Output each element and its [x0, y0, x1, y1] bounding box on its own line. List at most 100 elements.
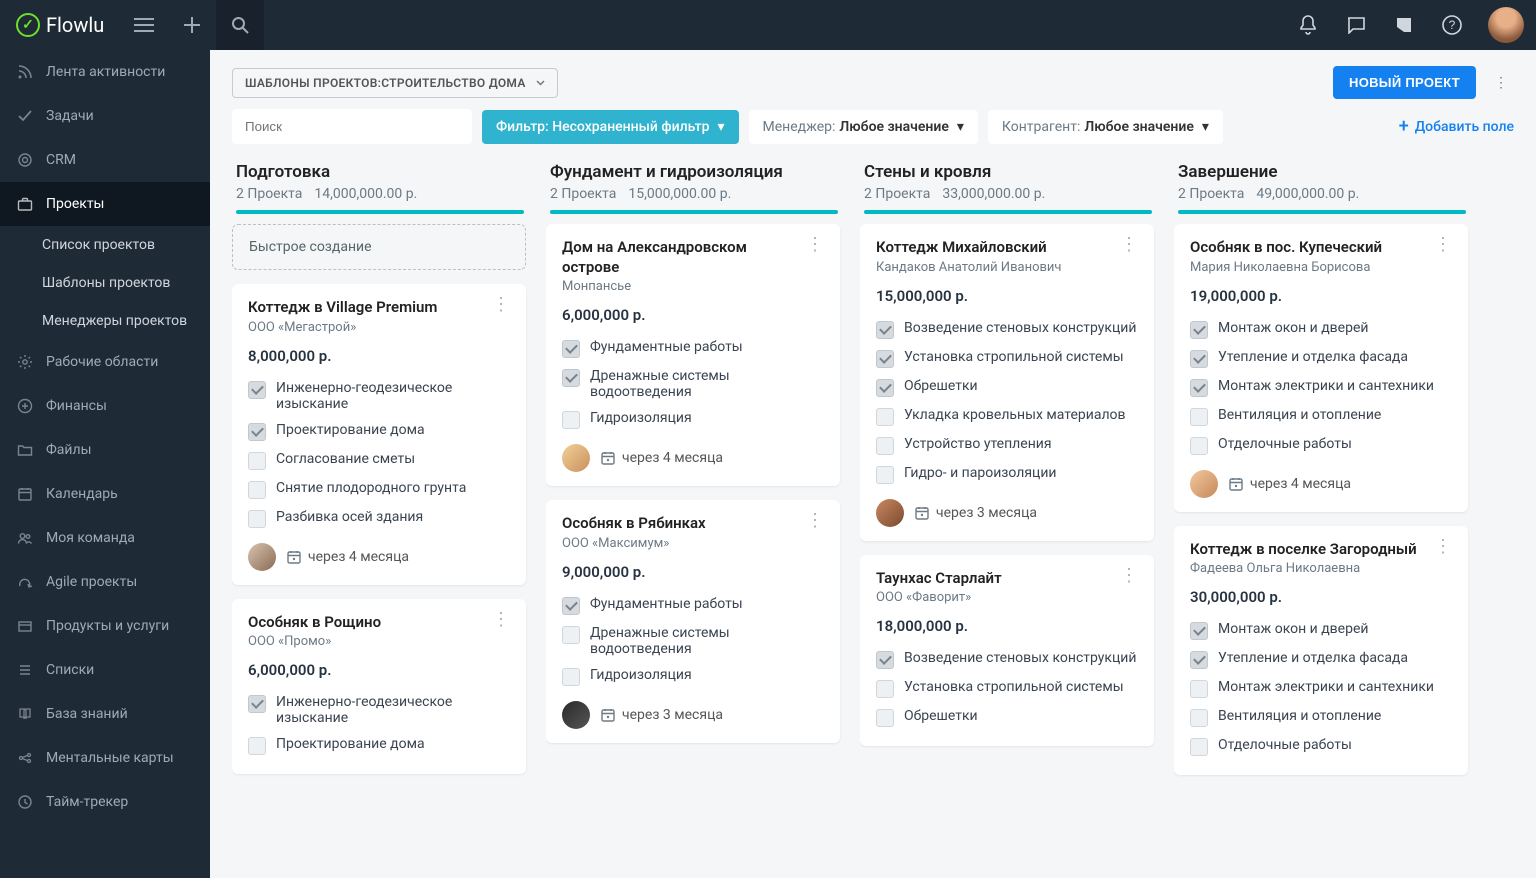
project-card[interactable]: Коттедж Михайловский Кандаков Анатолий И…: [860, 224, 1154, 541]
card-task[interactable]: Укладка кровельных материалов: [876, 402, 1138, 431]
filter-chip-manager[interactable]: Менеджер: Любое значение ▾: [749, 110, 978, 144]
breadcrumb-pill[interactable]: ШАБЛОНЫ ПРОЕКТОВ:СТРОИТЕЛЬСТВО ДОМА: [232, 68, 558, 98]
user-avatar[interactable]: [1488, 7, 1524, 43]
checkbox-icon[interactable]: [1190, 379, 1208, 397]
checkbox-icon[interactable]: [562, 411, 580, 429]
checkbox-icon[interactable]: [1190, 321, 1208, 339]
search-input[interactable]: [232, 109, 472, 144]
sidebar-item-6[interactable]: Файлы: [0, 428, 210, 472]
card-task[interactable]: Дренажные системы водоотведения: [562, 620, 824, 662]
checkbox-icon[interactable]: [1190, 622, 1208, 640]
card-task[interactable]: Инженерно-геодезическое изыскание: [248, 375, 510, 417]
card-task[interactable]: Утепление и отделка фасада: [1190, 645, 1452, 674]
checkbox-icon[interactable]: [876, 680, 894, 698]
sidebar-item-14[interactable]: Тайм-трекер: [0, 780, 210, 824]
card-task[interactable]: Обрешетки: [876, 373, 1138, 402]
sidebar-item-8[interactable]: Моя команда: [0, 516, 210, 560]
sidebar-item-13[interactable]: Ментальные карты: [0, 736, 210, 780]
checkbox-icon[interactable]: [1190, 408, 1208, 426]
search-icon[interactable]: [216, 0, 264, 50]
add-field-button[interactable]: + Добавить поле: [1399, 119, 1514, 135]
project-card[interactable]: Особняк в пос. Купеческий Мария Николаев…: [1174, 224, 1468, 512]
checkbox-icon[interactable]: [248, 423, 266, 441]
sidebar-item-0[interactable]: Лента активности: [0, 50, 210, 94]
card-more-icon[interactable]: ⋮: [1434, 238, 1452, 252]
checkbox-icon[interactable]: [876, 651, 894, 669]
sidebar-item-1[interactable]: Задачи: [0, 94, 210, 138]
due-date[interactable]: через 3 месяца: [600, 707, 723, 723]
card-task[interactable]: Фундаментные работы: [562, 591, 824, 620]
menu-toggle-icon[interactable]: [120, 0, 168, 50]
checkbox-icon[interactable]: [248, 381, 266, 399]
project-card[interactable]: Особняк в Рябинках ООО «Максимум» ⋮ 9,00…: [546, 500, 840, 743]
card-more-icon[interactable]: ⋮: [806, 238, 824, 252]
card-task[interactable]: Гидро- и пароизоляции: [876, 460, 1138, 489]
assignee-avatar[interactable]: [248, 543, 276, 571]
checkbox-icon[interactable]: [876, 350, 894, 368]
card-task[interactable]: Отделочные работы: [1190, 732, 1452, 761]
card-more-icon[interactable]: ⋮: [492, 613, 510, 627]
project-card[interactable]: Таунхас Старлайт ООО «Фаворит» ⋮ 18,000,…: [860, 555, 1154, 747]
card-task[interactable]: Устройство утепления: [876, 431, 1138, 460]
card-task[interactable]: Проектирование дома: [248, 417, 510, 446]
card-task[interactable]: Монтаж электрики и сантехники: [1190, 373, 1452, 402]
assignee-avatar[interactable]: [1190, 470, 1218, 498]
new-project-button[interactable]: НОВЫЙ ПРОЕКТ: [1333, 66, 1476, 99]
filter-chip-filter[interactable]: Фильтр: Несохраненный фильтр ▾: [482, 110, 739, 144]
logo[interactable]: ✓ Flowlu: [0, 13, 120, 37]
project-card[interactable]: Коттедж в Village Premium ООО «Мегастрой…: [232, 284, 526, 585]
card-task[interactable]: Согласование сметы: [248, 446, 510, 475]
sidebar-item-9[interactable]: Agile проекты: [0, 560, 210, 604]
due-date[interactable]: через 4 месяца: [286, 549, 409, 565]
card-task[interactable]: Установка стропильной системы: [876, 344, 1138, 373]
sidebar-item-12[interactable]: База знаний: [0, 692, 210, 736]
sidebar-item-2[interactable]: CRM: [0, 138, 210, 182]
project-card[interactable]: Дом на Александровском острове Монпансье…: [546, 224, 840, 486]
card-task[interactable]: Установка стропильной системы: [876, 674, 1138, 703]
checkbox-icon[interactable]: [876, 437, 894, 455]
sidebar-sub-3-0[interactable]: Список проектов: [0, 226, 210, 264]
project-card[interactable]: Особняк в Рощино ООО «Промо» ⋮ 6,000,000…: [232, 599, 526, 775]
filter-chip-counterparty[interactable]: Контрагент: Любое значение ▾: [988, 110, 1223, 144]
checkbox-icon[interactable]: [248, 481, 266, 499]
card-more-icon[interactable]: ⋮: [1434, 540, 1452, 554]
sidebar-item-5[interactable]: Финансы: [0, 384, 210, 428]
sidebar-item-7[interactable]: Календарь: [0, 472, 210, 516]
card-more-icon[interactable]: ⋮: [1120, 238, 1138, 252]
checkbox-icon[interactable]: [876, 379, 894, 397]
quick-create[interactable]: Быстрое создание: [232, 224, 526, 270]
checkbox-icon[interactable]: [248, 452, 266, 470]
card-task[interactable]: Инженерно-геодезическое изыскание: [248, 689, 510, 731]
checkbox-icon[interactable]: [876, 321, 894, 339]
card-task[interactable]: Отделочные работы: [1190, 431, 1452, 460]
sidebar-item-11[interactable]: Списки: [0, 648, 210, 692]
checkbox-icon[interactable]: [562, 597, 580, 615]
chat-icon[interactable]: [1332, 0, 1380, 50]
checkbox-icon[interactable]: [248, 510, 266, 528]
sidebar-item-3[interactable]: Проекты: [0, 182, 210, 226]
due-date[interactable]: через 4 месяца: [1228, 476, 1351, 492]
card-more-icon[interactable]: ⋮: [1120, 569, 1138, 583]
checkbox-icon[interactable]: [1190, 709, 1208, 727]
card-more-icon[interactable]: ⋮: [492, 298, 510, 312]
sidebar-item-4[interactable]: Рабочие области: [0, 340, 210, 384]
sidebar-sub-3-2[interactable]: Менеджеры проектов: [0, 302, 210, 340]
card-task[interactable]: Монтаж окон и дверей: [1190, 315, 1452, 344]
card-task[interactable]: Проектирование дома: [248, 731, 510, 760]
due-date[interactable]: через 4 месяца: [600, 450, 723, 466]
card-task[interactable]: Гидроизоляция: [562, 662, 824, 691]
card-task[interactable]: Вентиляция и отопление: [1190, 402, 1452, 431]
help-icon[interactable]: ?: [1428, 0, 1476, 50]
due-date[interactable]: через 3 месяца: [914, 505, 1037, 521]
card-task[interactable]: Вентиляция и отопление: [1190, 703, 1452, 732]
checkbox-icon[interactable]: [248, 737, 266, 755]
notes-icon[interactable]: [1380, 0, 1428, 50]
sidebar-item-10[interactable]: Продукты и услуги: [0, 604, 210, 648]
checkbox-icon[interactable]: [562, 340, 580, 358]
checkbox-icon[interactable]: [1190, 437, 1208, 455]
checkbox-icon[interactable]: [876, 709, 894, 727]
card-task[interactable]: Утепление и отделка фасада: [1190, 344, 1452, 373]
checkbox-icon[interactable]: [1190, 738, 1208, 756]
checkbox-icon[interactable]: [562, 668, 580, 686]
card-task[interactable]: Дренажные системы водоотведения: [562, 363, 824, 405]
